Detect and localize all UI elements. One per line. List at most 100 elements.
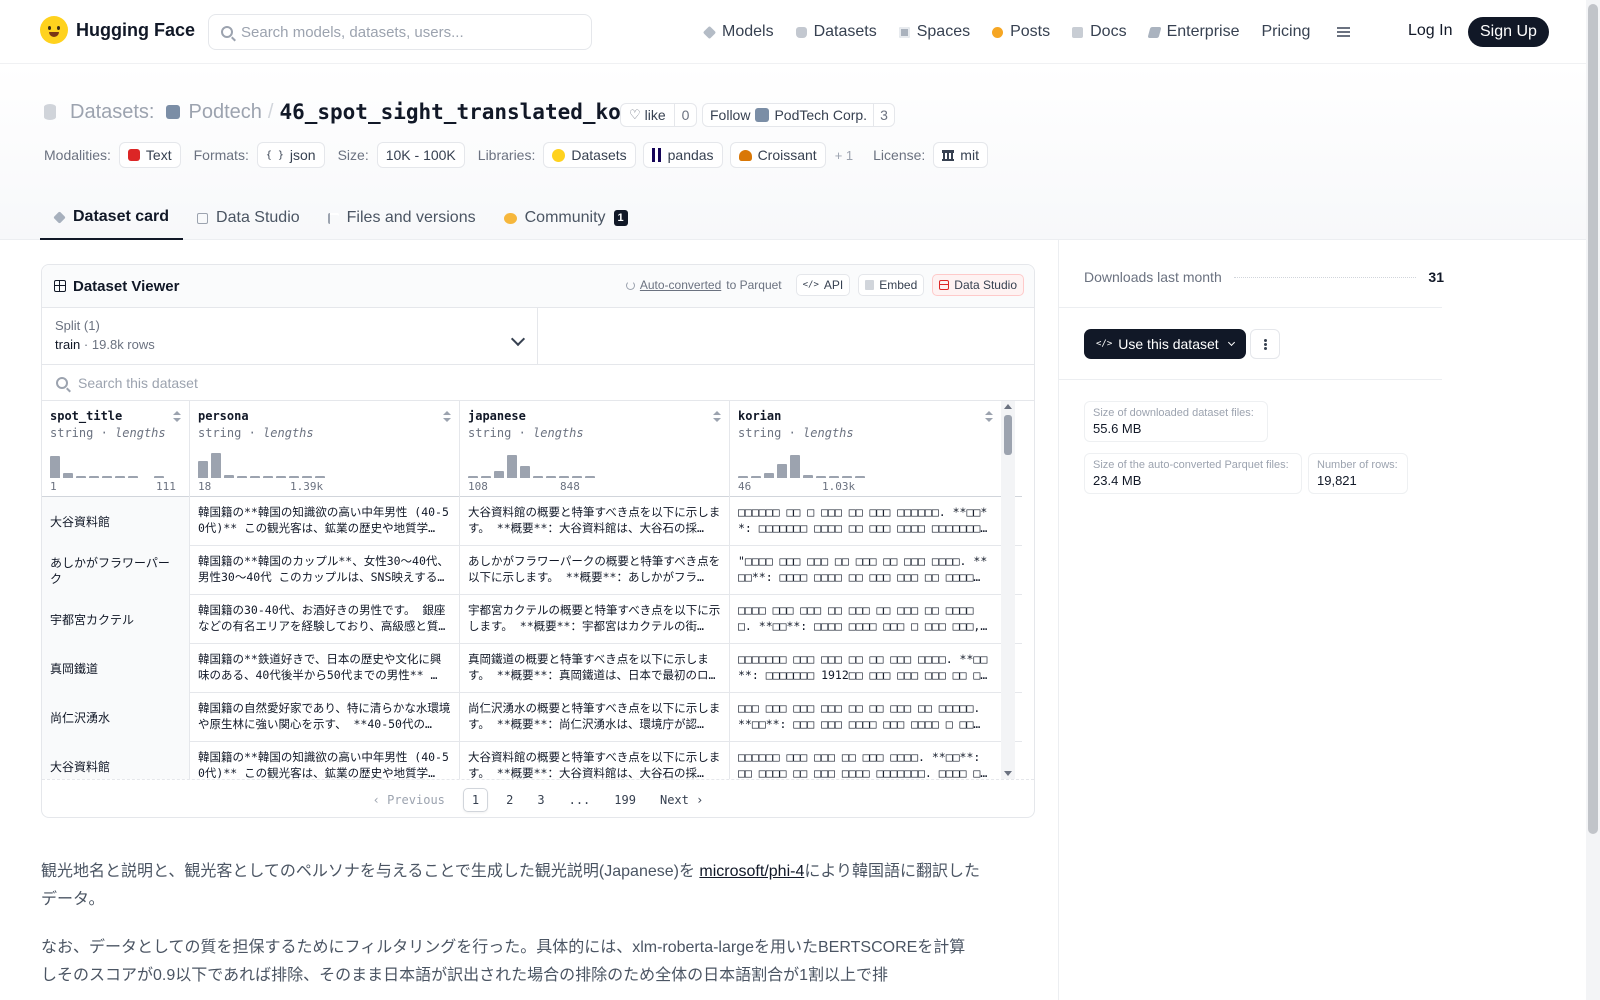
- histogram-bar[interactable]: [842, 476, 852, 478]
- table-cell[interactable]: 尚仁沢湧水の概要と特筆すべき点を以下に示します。 **概要**：尚仁沢湧水は、環…: [460, 693, 730, 742]
- table-cell[interactable]: 大谷資料館の概要と特筆すべき点を以下に示します。 **概要**：大谷資料館は、大…: [460, 497, 730, 546]
- length-histogram[interactable]: [738, 450, 865, 478]
- table-row[interactable]: 真岡鐵道 韓国籍の**鉄道好きで、日本の歴史や文化に興味のある、40代後半から50…: [42, 644, 1022, 693]
- format-tag[interactable]: { } json: [256, 142, 325, 168]
- nav-enterprise[interactable]: Enterprise: [1138, 23, 1251, 41]
- histogram-bar[interactable]: [198, 461, 208, 478]
- histogram-bar[interactable]: [520, 466, 530, 478]
- table-cell[interactable]: あしかがフラワーパーク: [42, 546, 190, 595]
- column-header[interactable]: spot_title string · lengths 1 111: [42, 401, 190, 497]
- like-button[interactable]: ♡ like 0: [620, 103, 698, 127]
- table-cell[interactable]: 大谷資料館の概要と特筆すべき点を以下に示します。 **概要**：大谷資料館は、大…: [460, 742, 730, 779]
- table-row[interactable]: 大谷資料館 韓国籍の**韓国の知識欲の高い中年男性 (40-50代)** この観光…: [42, 497, 1022, 546]
- table-cell[interactable]: 韓国籍の**鉄道好きで、日本の歴史や文化に興味のある、40代後半から50代までの…: [190, 644, 460, 693]
- histogram-bar[interactable]: [102, 476, 112, 478]
- signup-button[interactable]: Sign Up: [1468, 17, 1549, 47]
- length-histogram[interactable]: [468, 450, 595, 478]
- histogram-bar[interactable]: [764, 473, 774, 478]
- histogram-bar[interactable]: [507, 455, 517, 478]
- license-tag[interactable]: mit: [933, 142, 988, 168]
- table-row[interactable]: あしかがフラワーパーク 韓国籍の**韓国のカップル**、女性30〜40代、男性30…: [42, 546, 1022, 595]
- histogram-bar[interactable]: [481, 476, 491, 478]
- histogram-bar[interactable]: [154, 476, 164, 478]
- table-cell[interactable]: 真岡鐵道: [42, 644, 190, 693]
- tab-community[interactable]: Community 1: [490, 196, 642, 240]
- login-link[interactable]: Log In: [1408, 22, 1452, 40]
- like-count[interactable]: 0: [675, 107, 697, 123]
- sort-icon[interactable]: [713, 411, 721, 423]
- histogram-bar[interactable]: [751, 476, 761, 478]
- table-cell[interactable]: 大谷資料館: [42, 497, 190, 546]
- column-header[interactable]: korian string · lengths 46 1.03k: [730, 401, 1002, 497]
- next-page-button[interactable]: Next ›: [648, 793, 715, 807]
- nav-more-menu[interactable]: [1321, 26, 1361, 38]
- table-cell[interactable]: 韓国籍の30-40代、お酒好きの男性です。 銀座などの有名エリアを経験しており、…: [190, 595, 460, 644]
- histogram-bar[interactable]: [211, 453, 221, 478]
- histogram-bar[interactable]: [468, 476, 478, 478]
- histogram-bar[interactable]: [533, 476, 543, 478]
- column-header[interactable]: japanese string · lengths 108 848: [460, 401, 730, 497]
- nav-models[interactable]: Models: [700, 23, 785, 41]
- page-scroll-thumb[interactable]: [1588, 4, 1598, 834]
- nav-datasets[interactable]: Datasets: [785, 23, 888, 41]
- histogram-bar[interactable]: [572, 476, 582, 478]
- more-options-button[interactable]: [1250, 329, 1280, 359]
- page-scrollbar[interactable]: [1586, 0, 1600, 1000]
- tab-files-and-versions[interactable]: Files and versions: [314, 196, 490, 240]
- histogram-bar[interactable]: [829, 476, 839, 478]
- histogram-bar[interactable]: [777, 464, 787, 478]
- brand-link[interactable]: Hugging Face: [40, 16, 195, 44]
- histogram-bar[interactable]: [276, 476, 286, 478]
- tab-dataset-card[interactable]: Dataset card: [40, 196, 184, 240]
- table-cell[interactable]: □□□□□□ □□□ □□□ □□ □□□ □□□□. **□□**: □□ □…: [730, 742, 1002, 779]
- histogram-bar[interactable]: [141, 477, 151, 478]
- histogram-bar[interactable]: [289, 476, 299, 478]
- section-label[interactable]: Datasets:: [70, 101, 154, 124]
- table-cell[interactable]: □□□ □□□ □□□ □□□ □□ □□ □□□ □□ □□□□□. **□□…: [730, 693, 1002, 742]
- table-cell[interactable]: 宇都宮カクテル: [42, 595, 190, 644]
- dataset-search-input[interactable]: Search this dataset: [42, 364, 1034, 401]
- follow-button[interactable]: Follow PodTech Corp. 3: [702, 103, 895, 127]
- library-tag-datasets[interactable]: Datasets: [543, 142, 636, 168]
- histogram-bar[interactable]: [50, 456, 60, 478]
- table-scrollbar[interactable]: [1001, 401, 1015, 779]
- histogram-bar[interactable]: [559, 476, 569, 478]
- libraries-more[interactable]: + 1: [835, 148, 853, 163]
- histogram-bar[interactable]: [855, 476, 865, 478]
- table-cell[interactable]: "□□□□ □□□ □□□ □□ □□□ □□ □□□ □□□□. **□□**…: [730, 546, 1002, 595]
- histogram-bar[interactable]: [315, 476, 325, 478]
- nav-docs[interactable]: Docs: [1061, 23, 1137, 41]
- page-2-button[interactable]: 2: [494, 793, 525, 807]
- histogram-bar[interactable]: [76, 476, 86, 478]
- scroll-down-icon[interactable]: [1004, 771, 1012, 776]
- table-cell[interactable]: □□□□□□ □□ □ □□□ □□ □□□ □□□□□□. **□□**: □…: [730, 497, 1002, 546]
- follower-count[interactable]: 3: [874, 107, 894, 123]
- length-histogram[interactable]: [198, 450, 325, 478]
- table-cell[interactable]: □□□□ □□□ □□□ □□ □□□ □□ □□□ □□ □□□□ □. **…: [730, 595, 1002, 644]
- modality-tag[interactable]: Text: [118, 142, 181, 168]
- scroll-up-icon[interactable]: [1004, 404, 1012, 409]
- nav-posts[interactable]: Posts: [981, 23, 1061, 41]
- sort-icon[interactable]: [173, 411, 181, 423]
- page-1-button[interactable]: 1: [462, 787, 489, 812]
- split-selector[interactable]: Split (1) train · 19.8k rows: [42, 307, 538, 364]
- library-tag-croissant[interactable]: Croissant: [729, 142, 826, 168]
- table-cell[interactable]: 韓国籍の**韓国の知識欲の高い中年男性 (40-50代)** この観光客は、鉱業…: [190, 742, 460, 779]
- histogram-bar[interactable]: [263, 476, 273, 478]
- library-tag-pandas[interactable]: pandas: [642, 142, 723, 168]
- scroll-thumb[interactable]: [1004, 415, 1012, 455]
- api-button[interactable]: </> API: [795, 274, 851, 296]
- histogram-bar[interactable]: [128, 476, 138, 478]
- histogram-bar[interactable]: [224, 475, 234, 478]
- sort-icon[interactable]: [985, 411, 993, 423]
- nav-spaces[interactable]: Spaces: [888, 23, 981, 41]
- histogram-bar[interactable]: [494, 471, 504, 478]
- histogram-bar[interactable]: [816, 476, 826, 478]
- tab-data-studio[interactable]: Data Studio: [183, 196, 314, 240]
- table-cell[interactable]: 大谷資料館: [42, 742, 190, 779]
- global-search-input[interactable]: Search models, datasets, users...: [208, 14, 592, 50]
- length-histogram[interactable]: [50, 450, 164, 478]
- table-cell[interactable]: 真岡鐵道の概要と特筆すべき点を以下に示します。 **概要**：真岡鐵道は、日本で…: [460, 644, 730, 693]
- histogram-bar[interactable]: [89, 476, 99, 478]
- histogram-bar[interactable]: [790, 455, 800, 478]
